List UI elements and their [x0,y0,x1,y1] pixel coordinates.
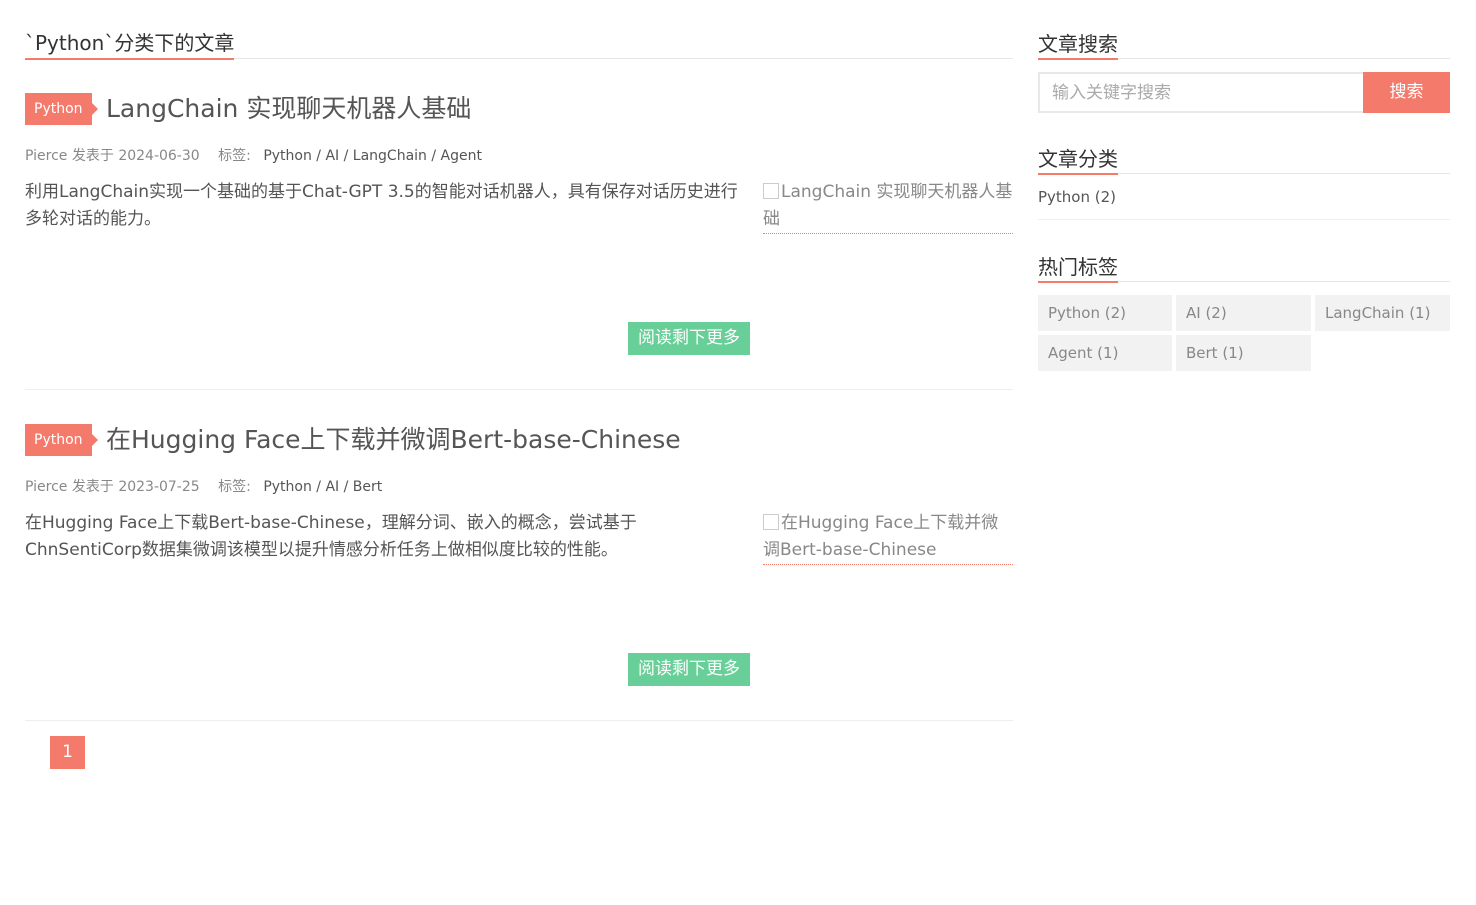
tag-cloud: Python (2) AI (2) LangChain (1) Agent (1… [1038,295,1450,371]
hot-tags-widget: 热门标签 Python (2) AI (2) LangChain (1) Age… [1038,251,1450,371]
tag-bert[interactable]: Bert (1) [1176,335,1311,371]
thumbnail-alt-text: 在Hugging Face上下载并微调Bert-base-Chinese [763,513,999,560]
article-thumbnail[interactable]: LangChain 实现聊天机器人基础 [763,179,1013,234]
tag-agent[interactable]: Agent (1) [1038,335,1172,371]
article-title[interactable]: LangChain 实现聊天机器人基础 [106,91,471,127]
thumbnail-alt-text: LangChain 实现聊天机器人基础 [763,182,1013,229]
article-excerpt: 利用LangChain实现一个基础的基于Chat-GPT 3.5的智能对话机器人… [25,182,738,229]
broken-image-icon [763,514,779,530]
read-more-button[interactable]: 阅读剩下更多 [628,653,750,686]
article-title[interactable]: 在Hugging Face上下载并微调Bert-base-Chinese [106,422,681,458]
tags-label: 标签: [218,479,251,495]
published-label: 发表于 [71,479,114,495]
tag-ai[interactable]: AI (2) [1176,295,1311,331]
hot-tags-widget-title: 热门标签 [1038,254,1118,283]
category-widget: 文章分类 Python (2) [1038,143,1450,220]
category-item-python[interactable]: Python (2) [1038,174,1450,220]
tag-langchain[interactable]: LangChain (1) [1315,295,1450,331]
publish-date: 2023-07-25 [118,479,200,495]
broken-image-icon [763,183,779,199]
author: Pierce [25,479,68,495]
article-meta: Pierce 发表于 2024-06-30 标签: Python / AI / … [25,145,482,165]
publish-date: 2024-06-30 [118,148,200,164]
author: Pierce [25,148,68,164]
widget-header: 热门标签 [1038,251,1450,283]
tags-label: 标签: [218,148,251,164]
search-widget: 文章搜索 [1038,28,1450,60]
search-form: 搜索 [1038,72,1450,113]
article-tags[interactable]: Python / AI / Bert [263,479,382,495]
read-more-button[interactable]: 阅读剩下更多 [628,322,750,355]
article-tags[interactable]: Python / AI / LangChain / Agent [263,148,482,164]
article-card: Python LangChain 实现聊天机器人基础 Pierce 发表于 20… [25,59,1013,390]
category-widget-title: 文章分类 [1038,146,1118,175]
article-card: Python 在Hugging Face上下载并微调Bert-base-Chin… [25,390,1013,721]
search-input[interactable] [1038,72,1363,113]
widget-header: 文章搜索 [1038,28,1450,60]
widget-header: 文章分类 [1038,143,1450,175]
pagination-page-current[interactable]: 1 [50,736,85,769]
published-label: 发表于 [71,148,114,164]
article-meta: Pierce 发表于 2023-07-25 标签: Python / AI / … [25,476,382,496]
article-excerpt: 在Hugging Face上下载Bert-base-Chinese，理解分词、嵌… [25,513,637,560]
article-thumbnail[interactable]: 在Hugging Face上下载并微调Bert-base-Chinese [763,510,1013,565]
search-widget-title: 文章搜索 [1038,31,1118,60]
search-button[interactable]: 搜索 [1363,72,1450,113]
page-title: `Python`分类下的文章 [25,30,235,60]
category-badge[interactable]: Python [25,424,98,456]
tag-python[interactable]: Python (2) [1038,295,1172,331]
main-content: `Python`分类下的文章 Python LangChain 实现聊天机器人基… [25,0,1013,769]
section-header: `Python`分类下的文章 [25,0,1013,60]
category-badge[interactable]: Python [25,93,98,125]
